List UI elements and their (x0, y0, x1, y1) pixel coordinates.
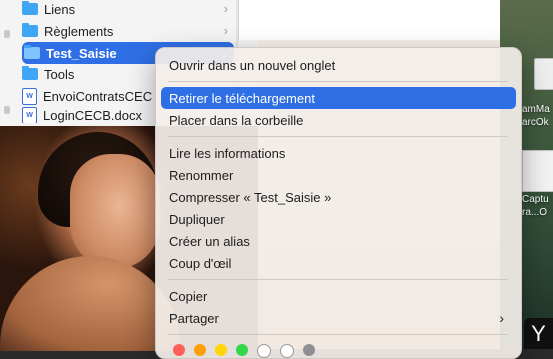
menu-item-get-info[interactable]: Lire les informations (161, 142, 516, 164)
menu-item-quick-look[interactable]: Coup d'œil (161, 252, 516, 274)
menu-separator (168, 136, 508, 137)
word-document-icon: W (22, 87, 37, 105)
finder-row-label: Tools (44, 66, 75, 82)
photo-arm (0, 256, 180, 351)
menu-item-rename[interactable]: Renommer (161, 164, 516, 186)
tag-yellow-icon[interactable] (215, 344, 227, 356)
tag-colors-row (173, 344, 315, 358)
menu-item-copy[interactable]: Copier (161, 285, 516, 307)
scroll-marker (4, 30, 10, 38)
menu-item-compress[interactable]: Compresser « Test_Saisie » (161, 186, 516, 208)
finder-row-label: Liens (44, 1, 76, 17)
menu-item-share-label: Partager (169, 310, 219, 326)
chevron-right-icon: › (223, 23, 228, 38)
menu-item-move-to-trash[interactable]: Placer dans la corbeille (161, 109, 516, 131)
photo-face (70, 154, 160, 269)
folder-icon (22, 66, 38, 80)
app-badge-icon[interactable]: Y (524, 318, 553, 349)
tag-red-icon[interactable] (173, 344, 185, 356)
tag-green-icon[interactable] (236, 344, 248, 356)
word-document-icon: W (22, 107, 37, 123)
desktop-file-label[interactable]: arcOk (522, 117, 549, 128)
tag-gray-icon[interactable] (303, 344, 315, 356)
desktop-file-label[interactable]: Captu (522, 194, 549, 205)
finder-row-reglements[interactable]: Règlements › (22, 20, 234, 42)
context-menu: Ouvrir dans un nouvel onglet Retirer le … (155, 47, 522, 359)
chevron-right-icon: › (223, 1, 228, 16)
menu-separator (168, 334, 508, 335)
menu-item-open-new-tab[interactable]: Ouvrir dans un nouvel onglet (161, 54, 516, 76)
finder-row-label: LoginCECB.docx (43, 107, 142, 123)
desktop-file-label[interactable]: amMa (522, 104, 550, 115)
menu-item-duplicate[interactable]: Dupliquer (161, 208, 516, 230)
menu-item-share[interactable]: Partager › (161, 307, 516, 329)
folder-icon (22, 1, 38, 15)
finder-row-label: EnvoiContratsCEC (43, 88, 153, 104)
scroll-marker (4, 106, 10, 114)
finder-row-label: Règlements (44, 23, 114, 39)
desktop-screenshot-icon[interactable] (522, 150, 553, 192)
folder-icon (24, 45, 40, 59)
tag-empty-icon[interactable] (280, 344, 294, 358)
menu-item-make-alias[interactable]: Créer un alias (161, 230, 516, 252)
folder-icon (22, 23, 38, 37)
menu-separator (168, 279, 508, 280)
tag-orange-icon[interactable] (194, 344, 206, 356)
menu-item-remove-download[interactable]: Retirer le téléchargement (161, 87, 516, 109)
finder-row-label: Test_Saisie (46, 45, 117, 61)
menu-separator (168, 81, 508, 82)
finder-preview-column (238, 0, 501, 40)
submenu-arrow-icon: › (499, 310, 504, 326)
desktop-file-icon[interactable] (534, 58, 553, 90)
tag-empty-icon[interactable] (257, 344, 271, 358)
desktop-file-label[interactable]: ra...O (522, 207, 547, 218)
finder-row-liens[interactable]: Liens › (22, 0, 234, 20)
